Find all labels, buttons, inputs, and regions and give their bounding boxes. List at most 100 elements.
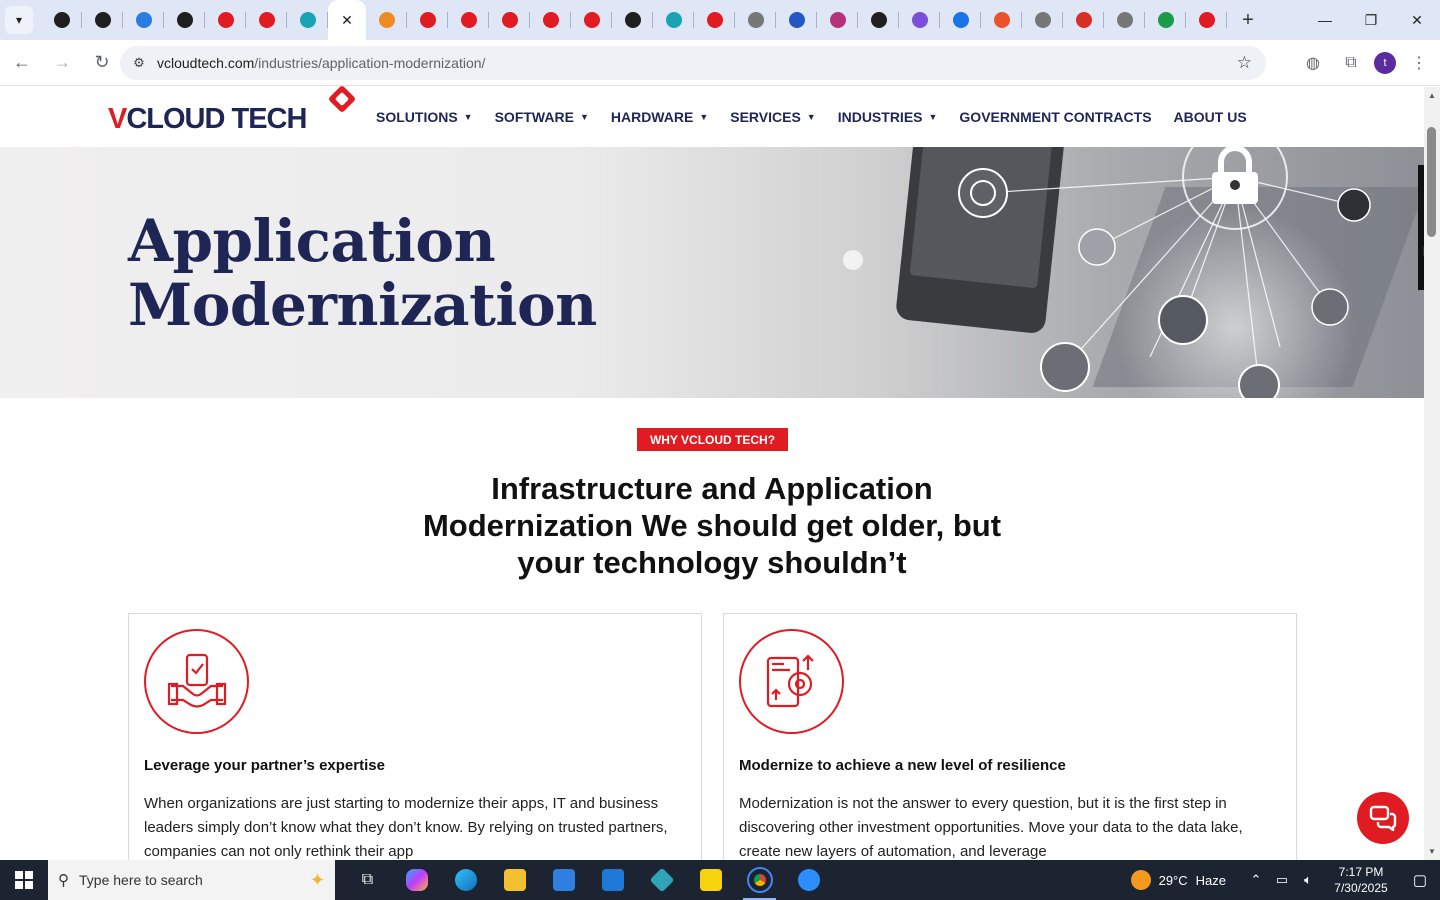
task-view-button[interactable]: ⧉: [343, 860, 392, 900]
browser-tab[interactable]: [530, 0, 571, 40]
diamond-app-icon: [649, 867, 674, 893]
chat-button[interactable]: [1357, 792, 1409, 844]
back-button[interactable]: ←: [4, 45, 40, 81]
zoom-app[interactable]: [784, 860, 833, 900]
browser-tab-active[interactable]: ✕: [328, 0, 366, 40]
handshake-phone-icon: [144, 629, 249, 734]
taskbar-search[interactable]: ⚲ Type here to search ✦: [48, 860, 335, 900]
browser-tab[interactable]: [407, 0, 448, 40]
nav-item-about-us[interactable]: ABOUT US: [1174, 109, 1247, 125]
store-app[interactable]: [539, 860, 588, 900]
close-tab-icon[interactable]: ✕: [341, 12, 353, 29]
search-icon: ⚲: [58, 872, 69, 889]
folder-icon: [503, 869, 526, 891]
copilot-app[interactable]: [392, 860, 441, 900]
nav-item-government-contracts[interactable]: GOVERNMENT CONTRACTS: [959, 109, 1151, 125]
nav-item-hardware[interactable]: HARDWARE ▼: [611, 109, 708, 125]
reload-button[interactable]: ↻: [84, 45, 120, 81]
reload-icon: ↻: [94, 52, 110, 72]
tab-favicon-icon: [747, 12, 764, 28]
nav-item-solutions[interactable]: SOLUTIONS ▼: [376, 109, 473, 125]
browser-tab[interactable]: [448, 0, 489, 40]
weather-sun-icon: [1130, 870, 1151, 890]
browser-tab[interactable]: [164, 0, 205, 40]
browser-tab[interactable]: [287, 0, 328, 40]
logo-wordmark: VCLOUD TECH: [108, 102, 307, 135]
browser-tab[interactable]: [776, 0, 817, 40]
sticky-note-icon: [699, 869, 722, 891]
browser-tab[interactable]: [817, 0, 858, 40]
browser-tab[interactable]: [1186, 0, 1227, 40]
browser-tab[interactable]: [1022, 0, 1063, 40]
translate-icon[interactable]: ◍: [1298, 46, 1328, 80]
browser-tab[interactable]: [735, 0, 776, 40]
tab-search-button[interactable]: ▾: [5, 6, 33, 34]
site-logo[interactable]: VCLOUD TECH: [108, 84, 358, 141]
tab-favicon-icon: [1116, 12, 1133, 28]
maximize-button[interactable]: ❐: [1348, 0, 1394, 40]
browser-tab[interactable]: [653, 0, 694, 40]
browser-tab[interactable]: [571, 0, 612, 40]
browser-tab[interactable]: [1104, 0, 1145, 40]
browser-tab[interactable]: [123, 0, 164, 40]
close-window-button[interactable]: ✕: [1394, 0, 1440, 40]
address-url[interactable]: vcloudtech.com/industries/application-mo…: [157, 55, 485, 71]
menu-kebab-icon[interactable]: ⋮: [1404, 46, 1434, 80]
nav-item-label: SERVICES: [730, 109, 801, 125]
chrome-app[interactable]: [735, 860, 784, 900]
forward-button[interactable]: →: [44, 45, 80, 81]
tab-favicon-icon: [829, 12, 846, 28]
system-clock[interactable]: 7:17 PM 7/30/2025: [1322, 864, 1400, 896]
tab-favicon-icon: [258, 12, 275, 28]
volume-icon[interactable]: 🔈︎: [1296, 872, 1320, 888]
browser-tab[interactable]: [899, 0, 940, 40]
browser-tab[interactable]: [858, 0, 899, 40]
profile-avatar[interactable]: t: [1374, 52, 1396, 74]
extensions-icon[interactable]: ⧉: [1336, 46, 1366, 80]
start-button[interactable]: [0, 860, 48, 900]
file-explorer-app[interactable]: [490, 860, 539, 900]
chevron-up-icon[interactable]: ⌃: [1244, 872, 1268, 888]
site-info-icon[interactable]: ⚙: [124, 55, 154, 71]
tab-favicon-icon: [665, 12, 682, 28]
tab-favicon-icon: [1157, 12, 1174, 28]
scroll-down-arrow-icon[interactable]: ▼: [1428, 847, 1436, 856]
arrow-right-icon: →: [53, 52, 71, 72]
dev-app[interactable]: [637, 860, 686, 900]
windows-logo-icon: [15, 871, 33, 889]
scrollbar-thumb[interactable]: [1427, 127, 1436, 237]
browser-tab[interactable]: [1063, 0, 1104, 40]
browser-tab[interactable]: [981, 0, 1022, 40]
address-bar[interactable]: ⚙ vcloudtech.com/industries/application-…: [120, 46, 1266, 80]
browser-tab[interactable]: [694, 0, 735, 40]
browser-tab[interactable]: [366, 0, 407, 40]
browser-tab[interactable]: [1145, 0, 1186, 40]
network-icon[interactable]: ▭: [1270, 872, 1294, 888]
arrow-left-icon: ←: [13, 52, 31, 72]
sticky-notes-app[interactable]: [686, 860, 735, 900]
browser-tab[interactable]: [612, 0, 653, 40]
new-tab-button[interactable]: +: [1233, 5, 1263, 35]
nav-item-services[interactable]: SERVICES ▼: [730, 109, 815, 125]
nav-item-industries[interactable]: INDUSTRIES ▼: [838, 109, 938, 125]
notification-icon[interactable]: ▢: [1400, 871, 1440, 889]
page-scrollbar[interactable]: ▲ ▼: [1424, 87, 1440, 860]
tab-favicon-icon: [952, 12, 969, 28]
browser-tab[interactable]: [246, 0, 287, 40]
nav-item-software[interactable]: SOFTWARE ▼: [495, 109, 589, 125]
browser-tab[interactable]: [940, 0, 981, 40]
bookmark-star-icon[interactable]: ☆: [1237, 53, 1252, 73]
browser-tab[interactable]: [41, 0, 82, 40]
url-path: /industries/application-modernization/: [254, 55, 486, 71]
mail-app[interactable]: [588, 860, 637, 900]
nav-item-label: SOLUTIONS: [376, 109, 458, 125]
card-text: When organizations are just starting to …: [144, 795, 668, 860]
scroll-up-arrow-icon[interactable]: ▲: [1428, 91, 1436, 100]
weather-widget[interactable]: 29°C Haze: [1130, 870, 1226, 890]
hero-banner: Application Modernization: [0, 147, 1424, 398]
browser-tab[interactable]: [205, 0, 246, 40]
minimize-button[interactable]: —: [1302, 0, 1348, 40]
browser-tab[interactable]: [82, 0, 123, 40]
browser-tab[interactable]: [489, 0, 530, 40]
edge-app[interactable]: [441, 860, 490, 900]
